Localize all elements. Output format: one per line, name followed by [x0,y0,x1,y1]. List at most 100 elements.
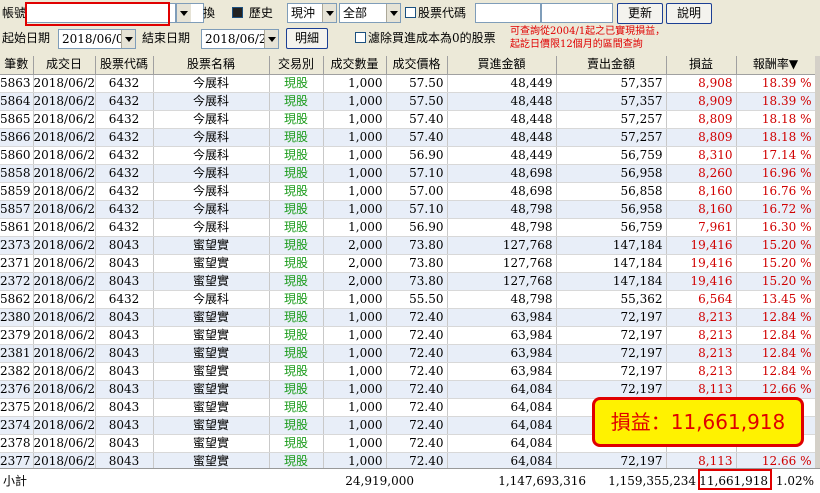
subtotal-label: 小計 [3,474,28,488]
stock-code-input[interactable] [475,3,541,23]
cell-trade-type: 現股 [269,182,324,201]
query-note-line1: 可查詢從2004/1起之已實現損益， [510,26,666,37]
cell-trade-date: 2018/06/20 [33,326,96,345]
table-row[interactable]: 58582018/06/296432今展科現股1,00057.1048,6985… [0,164,816,183]
cell-quantity: 1,000 [323,182,387,201]
cell-stock-code: 8043 [95,434,154,453]
detail-button[interactable]: 明細 [286,28,328,49]
cell-quantity: 2,000 [323,236,387,255]
cell-buy-amount: 48,698 [447,164,557,183]
cell-stock-code: 6432 [95,182,154,201]
cell-return-rate: 15.20 % [736,236,816,255]
switch-account-button[interactable]: 換 [203,3,215,23]
cell-price: 72.40 [386,308,448,327]
col-header-sell-amount[interactable]: 賣出金額 [556,56,667,75]
cell-sell-amount: 56,759 [556,146,667,165]
table-row[interactable]: 58572018/06/296432今展科現股1,00057.1048,7985… [0,200,816,219]
chevron-down-icon [121,30,135,48]
col-header-count[interactable]: 筆數 [0,56,34,75]
table-row[interactable]: 58652018/06/296432今展科現股1,00057.4048,4485… [0,110,816,129]
cell-trade-date: 2018/06/20 [33,398,96,417]
cell-buy-amount: 64,084 [447,434,557,453]
col-header-price[interactable]: 成交價格 [386,56,448,75]
table-row[interactable]: 58612018/06/296432今展科現股1,00056.9048,7985… [0,218,816,237]
table-row[interactable]: 23772018/06/208043蜜望實現股1,00072.4064,0847… [0,452,816,468]
col-header-stock-code[interactable]: 股票代碼 [95,56,154,75]
table-row[interactable]: 58662018/06/296432今展科現股1,00057.4048,4485… [0,128,816,147]
cell-row-count: 2375 [0,398,34,417]
col-header-trade-type[interactable]: 交易別 [269,56,324,75]
cell-stock-name: 今展科 [153,74,270,93]
cell-trade-date: 2018/06/20 [33,416,96,435]
table-row[interactable]: 58632018/06/296432今展科現股1,00057.5048,4495… [0,74,816,93]
end-date-picker[interactable]: 2018/06/29 [201,29,279,49]
cell-trade-type: 現股 [269,218,324,237]
account-dropdown[interactable] [176,3,204,23]
cell-trade-type: 現股 [269,74,324,93]
cell-price: 57.40 [386,110,448,129]
cell-trade-type: 現股 [269,272,324,291]
col-header-return-rate[interactable]: 報酬率▼ [736,56,816,75]
trade-type-select[interactable]: 現沖 [287,3,337,23]
table-row[interactable]: 23722018/06/208043蜜望實現股2,00073.80127,768… [0,272,816,291]
cell-return-rate: 16.72 % [736,200,816,219]
cell-stock-code: 6432 [95,164,154,183]
table-row[interactable]: 58602018/06/296432今展科現股1,00056.9048,4495… [0,146,816,165]
table-row[interactable]: 23712018/06/208043蜜望實現股2,00073.80127,768… [0,254,816,273]
cell-sell-amount: 56,858 [556,182,667,201]
col-header-trade-date[interactable]: 成交日 [33,56,96,75]
cell-stock-code: 6432 [95,200,154,219]
col-header-stock-name[interactable]: 股票名稱 [153,56,270,75]
table-row[interactable]: 58592018/06/296432今展科現股1,00057.0048,6985… [0,182,816,201]
cell-buy-amount: 64,084 [447,380,557,399]
cell-sell-amount: 56,958 [556,164,667,183]
cell-pnl: 8,908 [666,74,737,93]
filter-zero-cost-checkbox[interactable]: 濾除買進成本為0的股票 [355,28,496,48]
table-row[interactable]: 58622018/06/296432今展科現股1,00055.5048,7985… [0,290,816,309]
cell-pnl: 19,416 [666,236,737,255]
cell-buy-amount: 48,698 [447,182,557,201]
table-row[interactable]: 58642018/06/296432今展科現股1,00057.5048,4485… [0,92,816,111]
table-row[interactable]: 23802018/06/208043蜜望實現股1,00072.4063,9847… [0,308,816,327]
cell-buy-amount: 127,768 [447,236,557,255]
account-highlight-frame [25,2,170,26]
table-row[interactable]: 23762018/06/208043蜜望實現股1,00072.4064,0847… [0,380,816,399]
cell-stock-name: 蜜望實 [153,326,270,345]
cell-stock-name: 蜜望實 [153,308,270,327]
cell-return-rate: 18.18 % [736,128,816,147]
cell-quantity: 1,000 [323,146,387,165]
cell-price: 72.40 [386,326,448,345]
cell-trade-date: 2018/06/20 [33,254,96,273]
cell-stock-code: 8043 [95,326,154,345]
table-row[interactable]: 23792018/06/208043蜜望實現股1,00072.4063,9847… [0,326,816,345]
table-row[interactable]: 23732018/06/208043蜜望實現股2,00073.80127,768… [0,236,816,255]
cell-trade-type: 現股 [269,398,324,417]
table-row[interactable]: 23812018/06/208043蜜望實現股1,00072.4063,9847… [0,344,816,363]
help-button[interactable]: 說明 [666,3,712,24]
cell-trade-date: 2018/06/20 [33,308,96,327]
refresh-button[interactable]: 更新 [617,3,663,24]
stock-code-checkbox[interactable]: 股票代碼 [405,3,466,23]
cell-stock-code: 6432 [95,74,154,93]
stock-code-input-secondary[interactable] [541,3,613,23]
cell-pnl: 8,310 [666,146,737,165]
cell-quantity: 1,000 [323,110,387,129]
cell-buy-amount: 127,768 [447,254,557,273]
cell-stock-code: 8043 [95,398,154,417]
cell-price: 56.90 [386,218,448,237]
cell-buy-amount: 63,984 [447,326,557,345]
checkbox-icon [405,7,416,18]
start-date-picker[interactable]: 2018/06/01 [58,29,136,49]
table-row[interactable]: 23822018/06/208043蜜望實現股1,00072.4063,9847… [0,362,816,381]
scope-select[interactable]: 全部 [339,3,401,23]
cell-trade-date: 2018/06/29 [33,290,96,309]
vertical-scrollbar[interactable] [815,56,820,468]
cell-sell-amount: 147,184 [556,254,667,273]
cell-trade-type: 現股 [269,164,324,183]
col-header-pnl[interactable]: 損益 [666,56,737,75]
cell-row-count: 5862 [0,290,34,309]
cell-trade-type: 現股 [269,362,324,381]
col-header-quantity[interactable]: 成交數量 [323,56,387,75]
col-header-buy-amount[interactable]: 買進金額 [447,56,557,75]
history-checkbox[interactable]: 歷史 [232,3,273,23]
